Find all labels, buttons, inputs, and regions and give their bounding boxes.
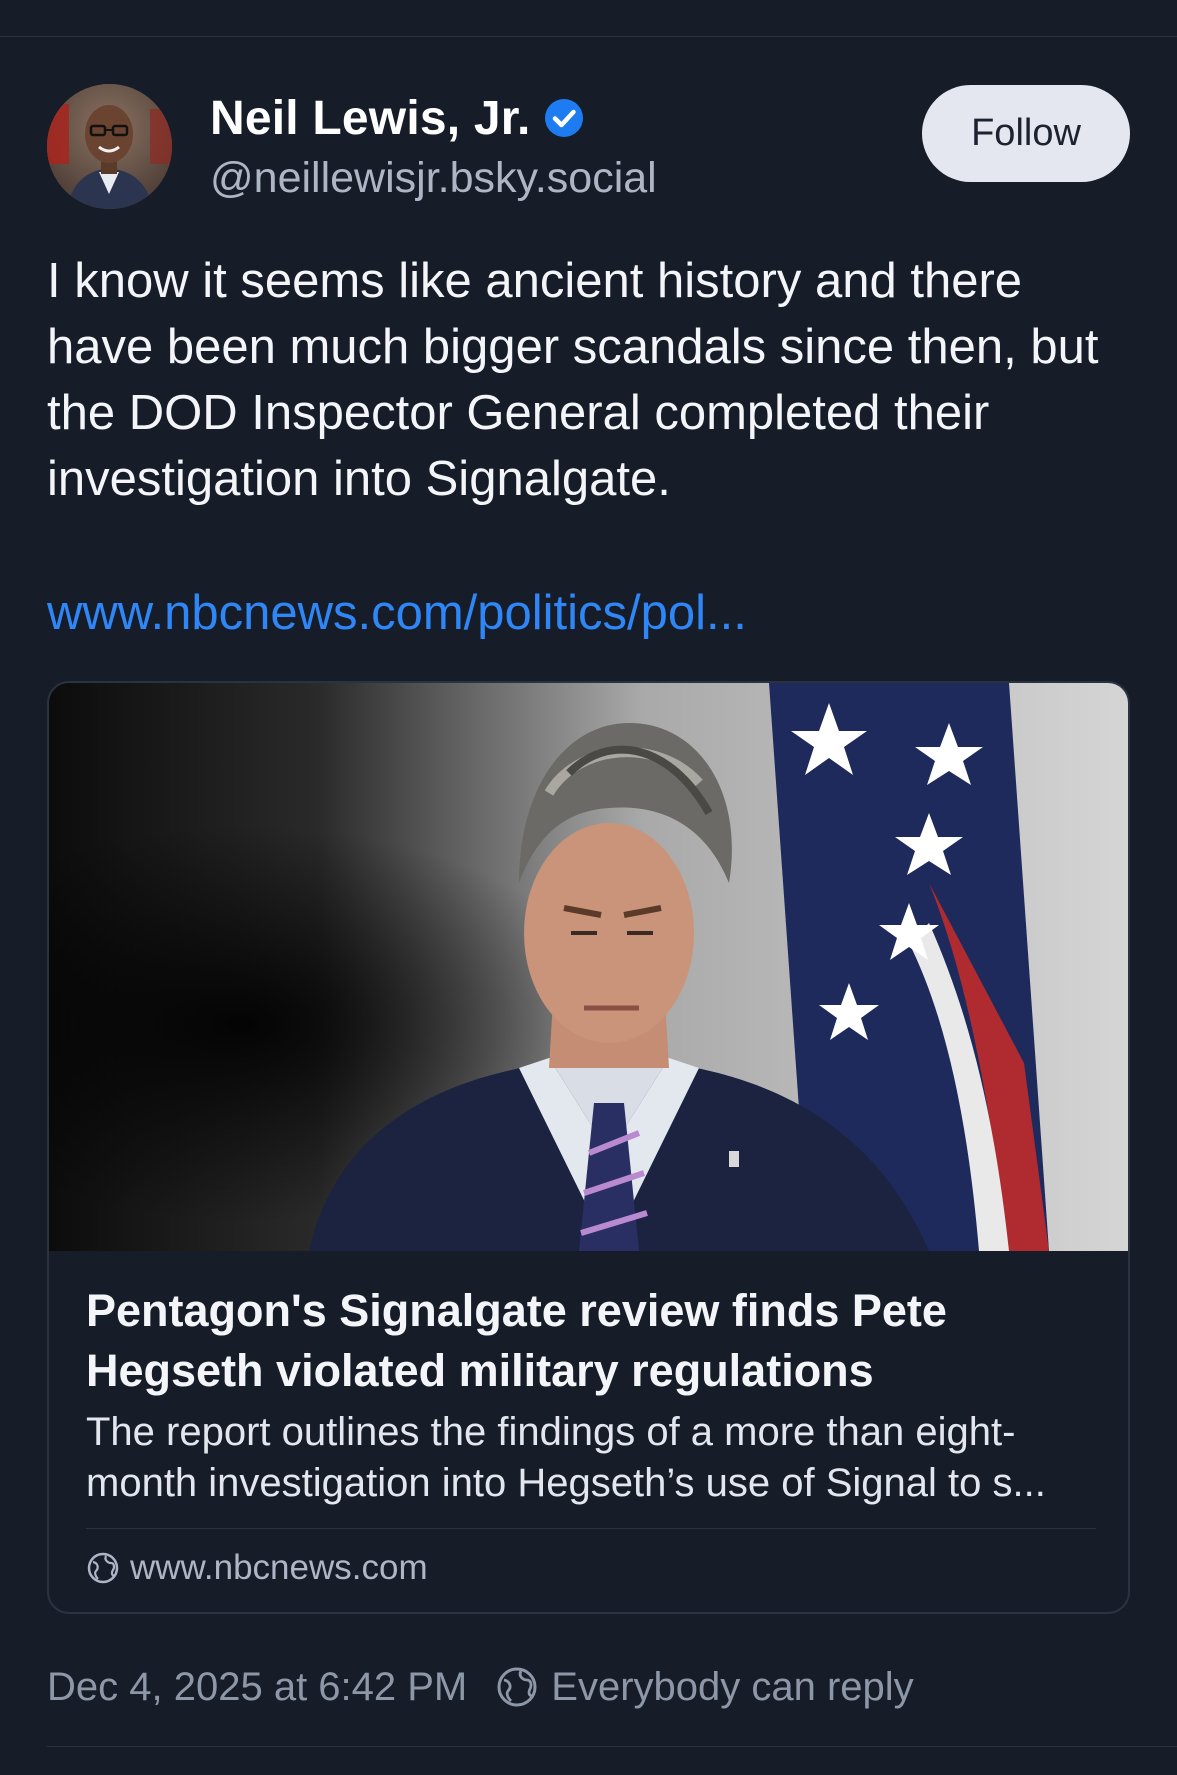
card-domain: www.nbcnews.com <box>130 1548 428 1587</box>
verified-check-icon[interactable] <box>544 98 584 138</box>
author-display-name[interactable]: Neil Lewis, Jr. <box>210 91 530 146</box>
author-block: Neil Lewis, Jr. @neillewisjr.bsky.social <box>210 88 657 203</box>
card-domain-row: www.nbcnews.com <box>86 1548 428 1588</box>
globe-icon <box>86 1551 120 1585</box>
card-title[interactable]: Pentagon's Signalgate review finds Pete … <box>86 1281 1096 1401</box>
reply-setting[interactable]: Everybody can reply <box>551 1665 913 1710</box>
author-handle[interactable]: @neillewisjr.bsky.social <box>210 154 657 203</box>
post-link[interactable]: www.nbcnews.com/politics/pol... <box>47 585 747 641</box>
top-divider <box>0 36 1177 37</box>
author-avatar[interactable] <box>47 84 172 209</box>
post-timestamp: Dec 4, 2025 at 6:42 PM <box>47 1664 468 1709</box>
globe-icon <box>495 1665 539 1709</box>
post-text: I know it seems like ancient history and… <box>47 254 1099 506</box>
card-body: Pentagon's Signalgate review finds Pete … <box>86 1281 1096 1509</box>
follow-button[interactable]: Follow <box>922 85 1130 182</box>
card-divider <box>86 1528 1096 1529</box>
post-meta-row: Dec 4, 2025 at 6:42 PM Everybody can rep… <box>47 1663 914 1711</box>
bottom-divider <box>47 1746 1177 1747</box>
card-description: The report outlines the findings of a mo… <box>86 1410 1046 1505</box>
post-screen: Neil Lewis, Jr. @neillewisjr.bsky.social… <box>0 0 1177 1775</box>
link-preview-card[interactable]: Pentagon's Signalgate review finds Pete … <box>47 681 1130 1614</box>
avatar-image <box>47 84 172 209</box>
card-thumbnail-image <box>49 683 1128 1251</box>
author-name-row: Neil Lewis, Jr. <box>210 88 657 148</box>
